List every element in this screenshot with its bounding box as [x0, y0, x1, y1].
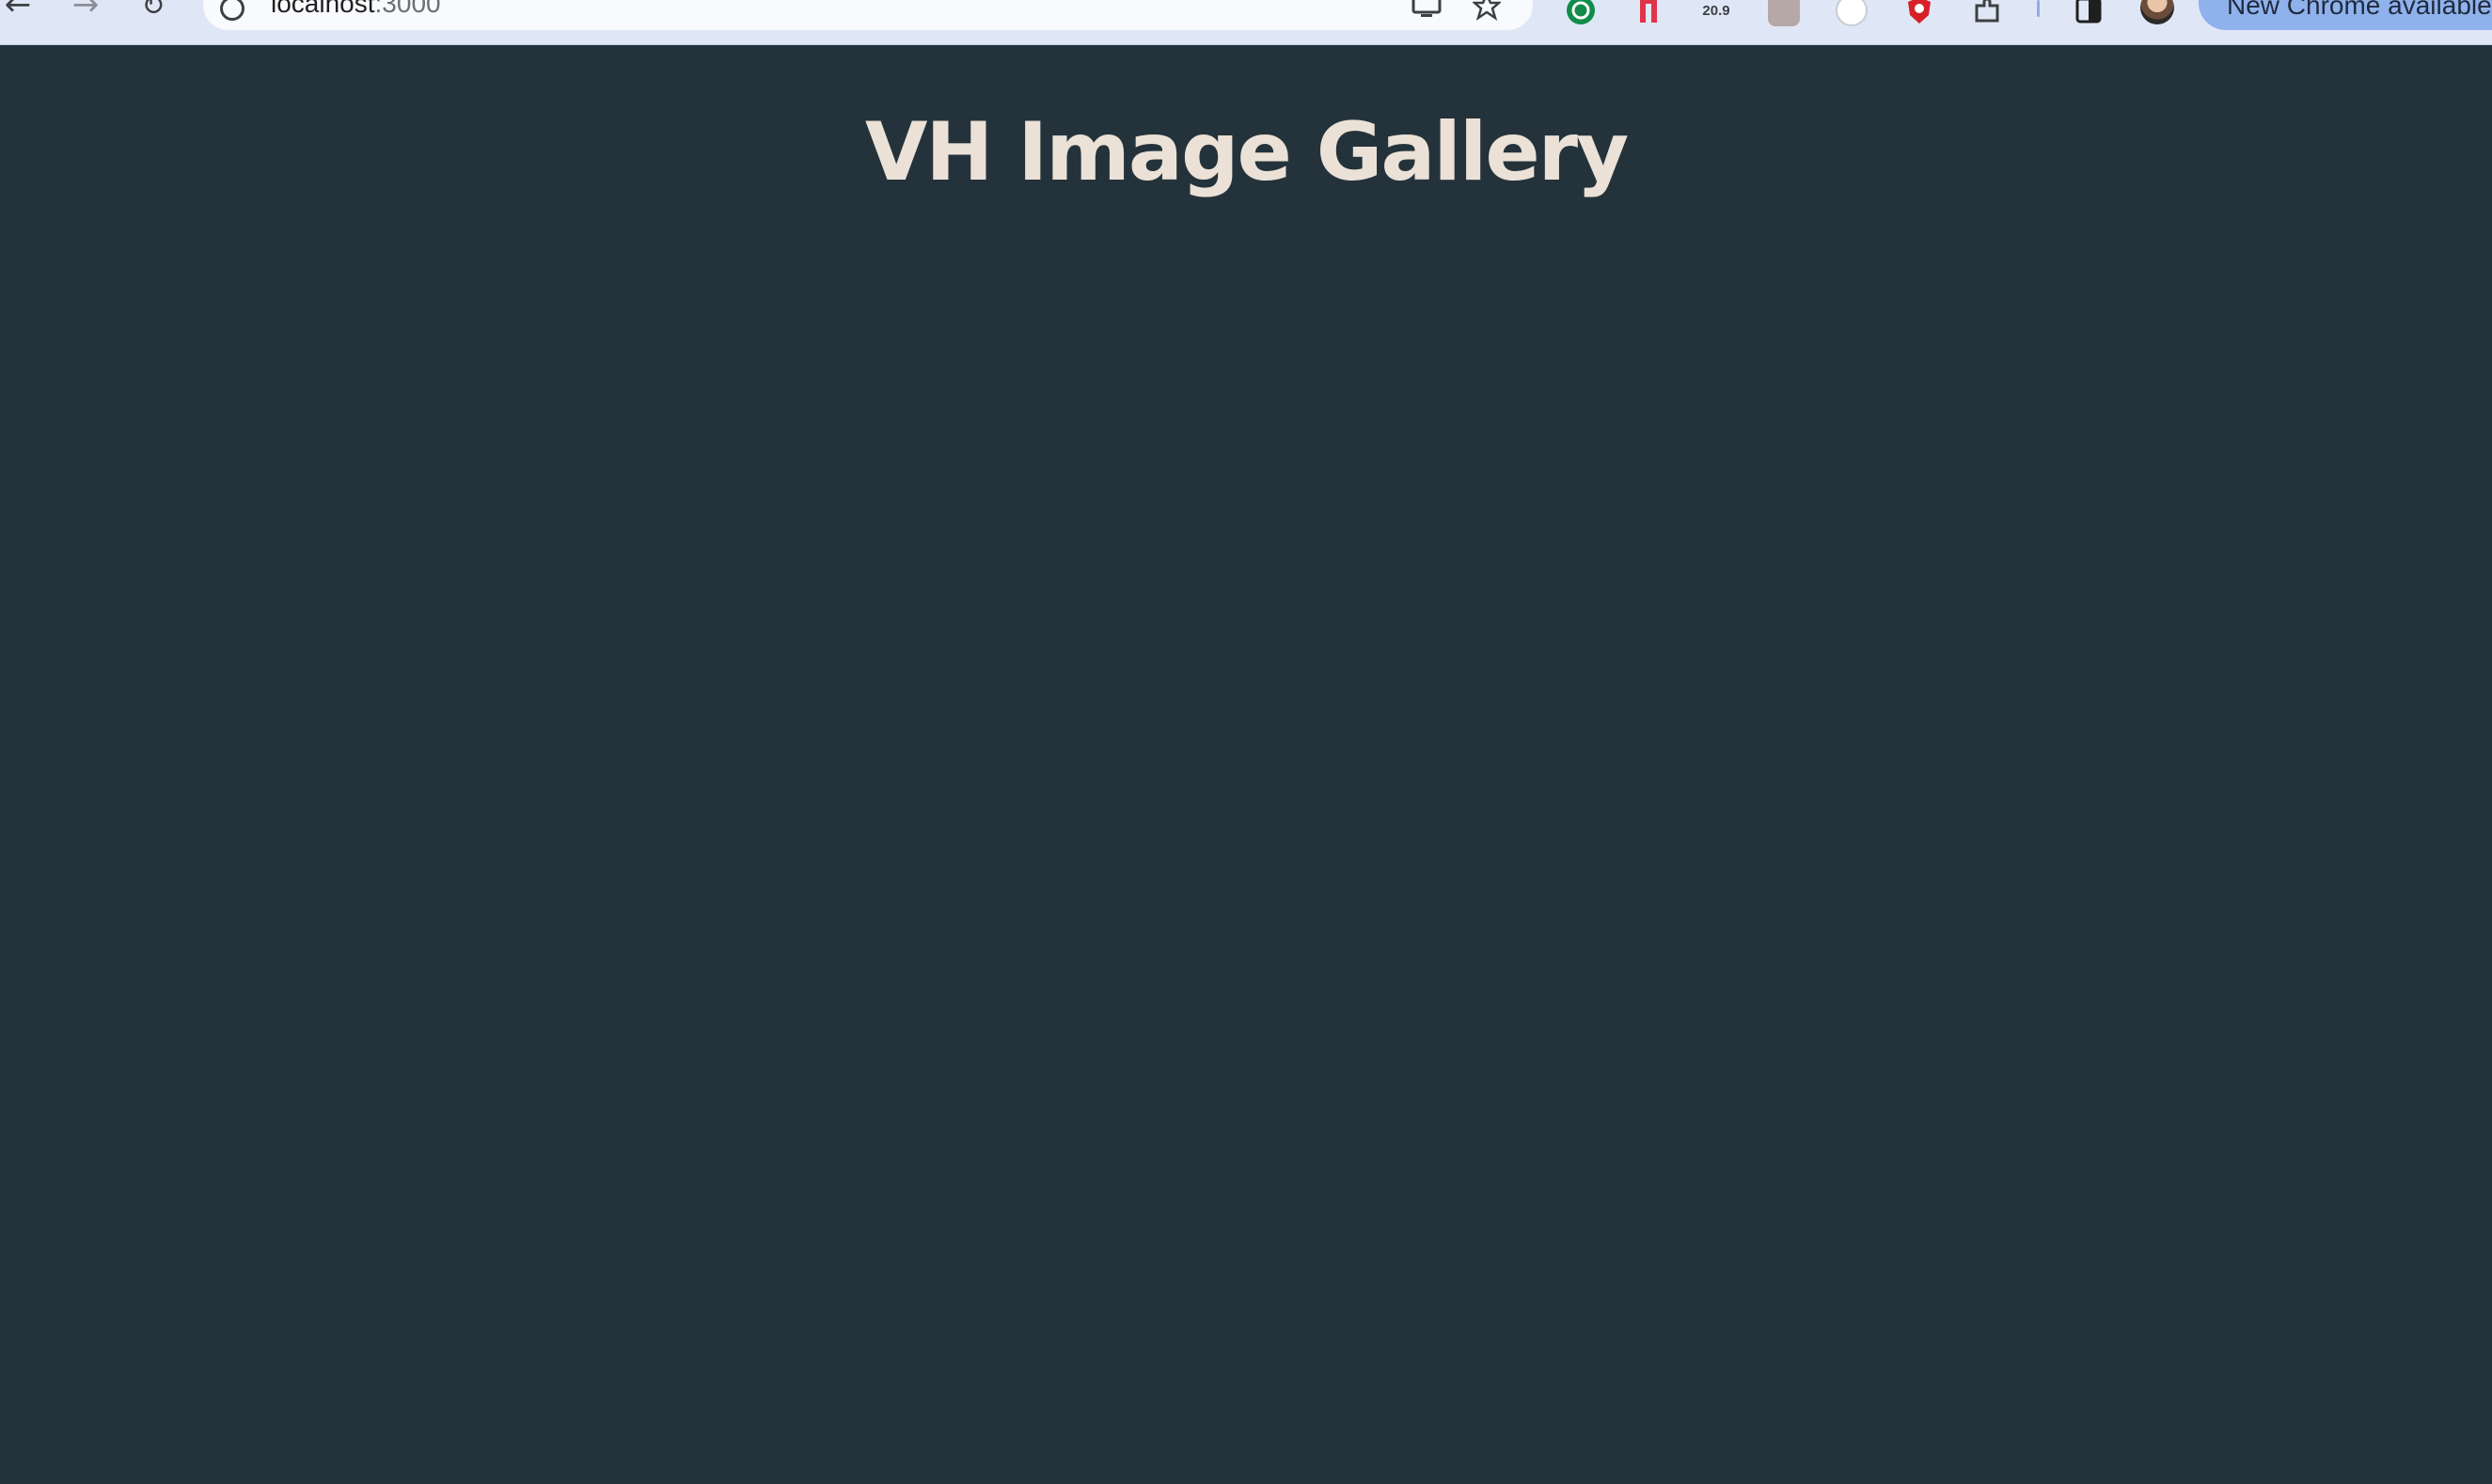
counter-extension-icon[interactable]: 20.9	[1700, 0, 1732, 26]
url-host: localhost	[271, 0, 375, 18]
page-title: VH Image Gallery	[864, 105, 1629, 199]
red-p-extension-icon[interactable]	[1634, 0, 1666, 26]
arrow-left-icon: ←	[4, 0, 32, 24]
update-label: New Chrome available	[2227, 0, 2492, 20]
mail-extension-icon[interactable]	[1836, 0, 1868, 26]
new-chrome-available-button[interactable]: New Chrome available	[2199, 0, 2492, 30]
shield-extension-icon[interactable]	[1903, 0, 1935, 26]
page-body: VH Image Gallery	[0, 45, 2492, 1484]
info-icon[interactable]	[220, 0, 244, 21]
reload-button[interactable]: ↻	[130, 0, 177, 28]
toolbar-divider	[2037, 0, 2040, 17]
url-port: :3000	[374, 0, 441, 18]
whatsapp-extension-icon[interactable]	[1565, 0, 1597, 26]
arrow-right-icon: →	[71, 0, 100, 24]
back-button[interactable]: ←	[0, 0, 41, 28]
url-text[interactable]: localhost:3000	[271, 0, 441, 19]
reload-icon: ↻	[141, 0, 166, 23]
grey-extension-icon[interactable]	[1768, 0, 1800, 26]
puzzle-icon[interactable]	[1971, 0, 2003, 26]
avatar[interactable]	[2140, 0, 2174, 24]
side-panel-icon[interactable]	[2073, 0, 2105, 26]
forward-button[interactable]: →	[62, 0, 109, 28]
cast-icon[interactable]	[1411, 0, 1443, 21]
counter-extension-label: 20.9	[1702, 2, 1730, 19]
address-bar[interactable]: localhost:3000	[203, 0, 1533, 30]
browser-toolbar: ← → ↻ localhost:3000 20.9 New Chrome ava…	[0, 0, 2492, 45]
star-icon[interactable]	[1471, 0, 1503, 21]
